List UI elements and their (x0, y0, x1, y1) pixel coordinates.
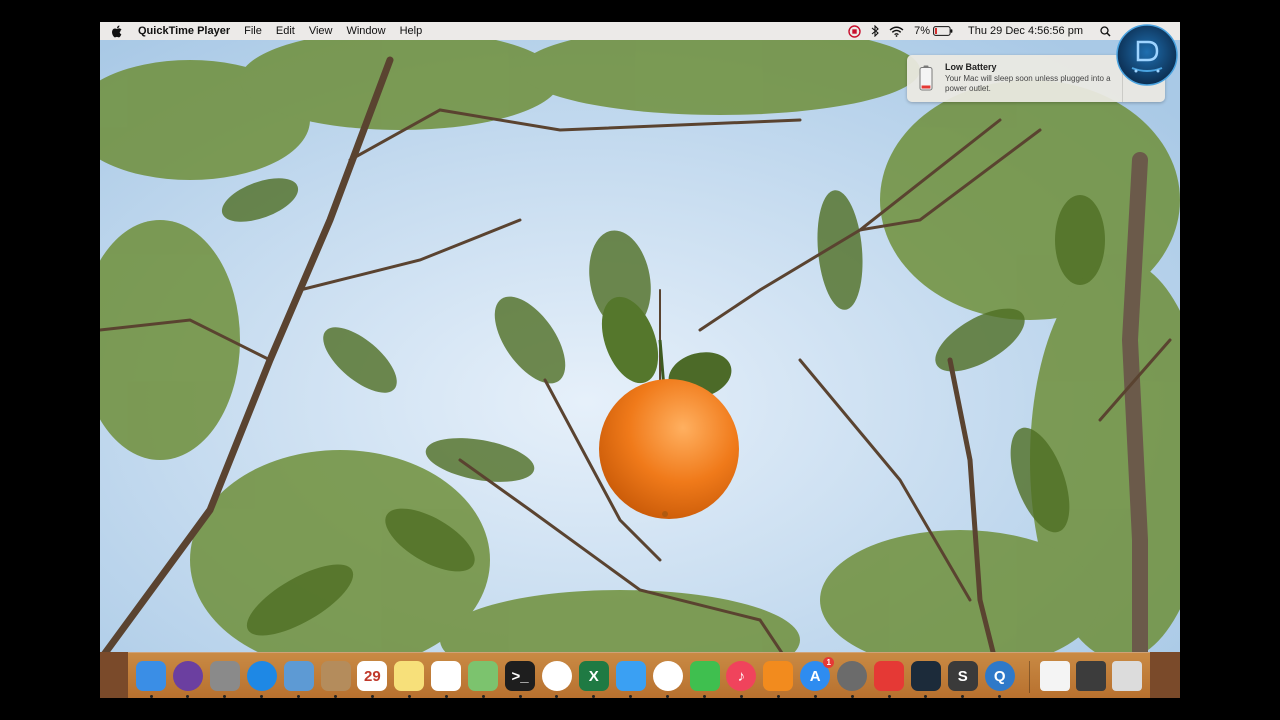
running-indicator (739, 695, 743, 698)
battery-status[interactable]: 7% (909, 25, 958, 37)
screenshot-icon[interactable] (1076, 661, 1106, 691)
chrome-icon[interactable] (652, 661, 683, 691)
notification-title: Low Battery (945, 62, 997, 72)
running-indicator (260, 695, 264, 698)
running-indicator (370, 695, 374, 698)
running-indicator (555, 695, 559, 698)
running-indicator (481, 695, 485, 698)
preview-icon[interactable] (283, 661, 314, 691)
filmora-icon[interactable] (910, 661, 941, 691)
quicktime-icon[interactable]: Q (984, 661, 1015, 691)
running-indicator (813, 695, 817, 698)
running-indicator (887, 695, 891, 698)
bluetooth-icon[interactable] (866, 25, 884, 37)
calendar-icon[interactable]: 29 (357, 661, 388, 691)
running-indicator (961, 695, 965, 698)
running-indicator (297, 695, 301, 698)
messages-icon[interactable] (615, 661, 646, 691)
running-indicator (924, 695, 928, 698)
wifi-icon[interactable] (884, 26, 909, 37)
running-indicator (776, 695, 780, 698)
maps-icon[interactable] (468, 661, 499, 691)
app-menu-quicktime[interactable]: QuickTime Player (131, 22, 237, 40)
mac-screen: QuickTime Player File Edit View Window H… (100, 22, 1180, 698)
menu-view[interactable]: View (302, 22, 340, 40)
running-indicator (444, 695, 448, 698)
running-indicator (703, 695, 706, 698)
contacts-icon[interactable] (320, 661, 351, 691)
spotlight-search-icon[interactable] (1095, 25, 1116, 37)
excel-icon[interactable]: X (578, 661, 609, 691)
running-indicator (850, 695, 854, 698)
facetime-icon[interactable] (689, 661, 720, 691)
running-indicator (407, 695, 411, 698)
launchpad-icon[interactable] (209, 661, 240, 691)
sublime-icon[interactable]: S (947, 661, 978, 691)
safari-icon[interactable] (246, 661, 277, 691)
menu-edit[interactable]: Edit (269, 22, 302, 40)
running-indicator (186, 695, 190, 698)
clock-datetime[interactable]: Thu 29 Dec 4:56:56 pm (958, 25, 1095, 37)
finder-icon[interactable] (136, 661, 166, 691)
reminders-icon[interactable] (431, 661, 462, 691)
battery-icon (933, 26, 953, 36)
dock: 29 >_ X ♪ A 1 S Q (128, 652, 1150, 698)
anydesk-icon[interactable] (874, 661, 904, 691)
battery-alert-icon (919, 65, 933, 91)
running-indicator (998, 695, 1002, 698)
dock-separator (1029, 661, 1030, 693)
running-indicator (592, 695, 596, 698)
terminal-icon[interactable]: >_ (505, 661, 535, 691)
screen-recording-icon[interactable] (843, 24, 866, 38)
menu-window[interactable]: Window (339, 22, 392, 40)
menu-file[interactable]: File (237, 22, 269, 40)
photos-icon[interactable] (541, 661, 572, 691)
apple-menu-icon[interactable] (100, 25, 131, 38)
running-indicator (518, 695, 522, 698)
running-indicator (666, 695, 670, 698)
running-indicator (149, 695, 153, 698)
menu-bar: QuickTime Player File Edit View Window H… (100, 22, 1180, 40)
notes-icon[interactable] (394, 661, 425, 691)
trash-icon[interactable] (1112, 661, 1142, 691)
running-indicator (629, 695, 633, 698)
running-indicator (223, 695, 227, 698)
desktop-wallpaper (100, 40, 1180, 698)
channel-logo (1116, 24, 1178, 86)
document-icon[interactable] (1040, 661, 1070, 691)
menu-help[interactable]: Help (393, 22, 430, 40)
system-preferences-icon[interactable] (837, 661, 868, 691)
books-icon[interactable] (763, 661, 794, 691)
menu-bar-left: QuickTime Player File Edit View Window H… (100, 22, 429, 40)
siri-icon[interactable] (172, 661, 203, 691)
music-icon[interactable]: ♪ (726, 661, 757, 691)
running-indicator (334, 695, 337, 698)
notification-badge: 1 (823, 657, 835, 668)
battery-percent: 7% (914, 25, 931, 37)
notification-body: Your Mac will sleep soon unless plugged … (945, 74, 1111, 93)
app-store-icon[interactable]: A1 (800, 657, 835, 691)
